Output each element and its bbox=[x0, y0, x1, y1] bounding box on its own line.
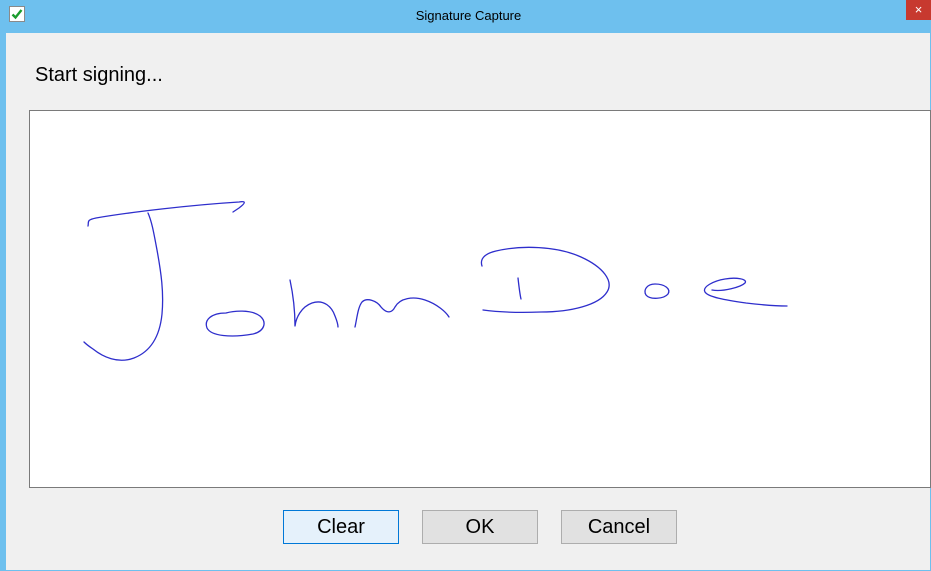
cancel-button[interactable]: Cancel bbox=[561, 510, 677, 544]
signature-capture-window: Signature Capture × Start signing... Cle… bbox=[0, 0, 931, 571]
clear-button[interactable]: Clear bbox=[283, 510, 399, 544]
signature-stroke-o2 bbox=[644, 283, 670, 299]
title-bar[interactable]: Signature Capture × bbox=[6, 0, 931, 33]
signature-stroke-j-stem bbox=[83, 212, 164, 361]
signature-stroke-j-bar bbox=[87, 201, 245, 227]
signature-ink bbox=[83, 201, 788, 361]
signature-stroke-d-stem bbox=[517, 277, 522, 300]
signature-stroke-e bbox=[703, 277, 788, 307]
window-title: Signature Capture bbox=[415, 8, 522, 23]
ok-button[interactable]: OK bbox=[422, 510, 538, 544]
signature-stroke-n bbox=[354, 297, 450, 328]
signature-stroke-o1 bbox=[205, 310, 265, 337]
signature-stroke-d-bowl bbox=[480, 246, 610, 314]
signature-stroke-h bbox=[289, 279, 339, 328]
signature-pad[interactable] bbox=[29, 110, 931, 488]
close-button[interactable]: × bbox=[906, 0, 931, 20]
signing-prompt: Start signing... bbox=[35, 64, 163, 86]
